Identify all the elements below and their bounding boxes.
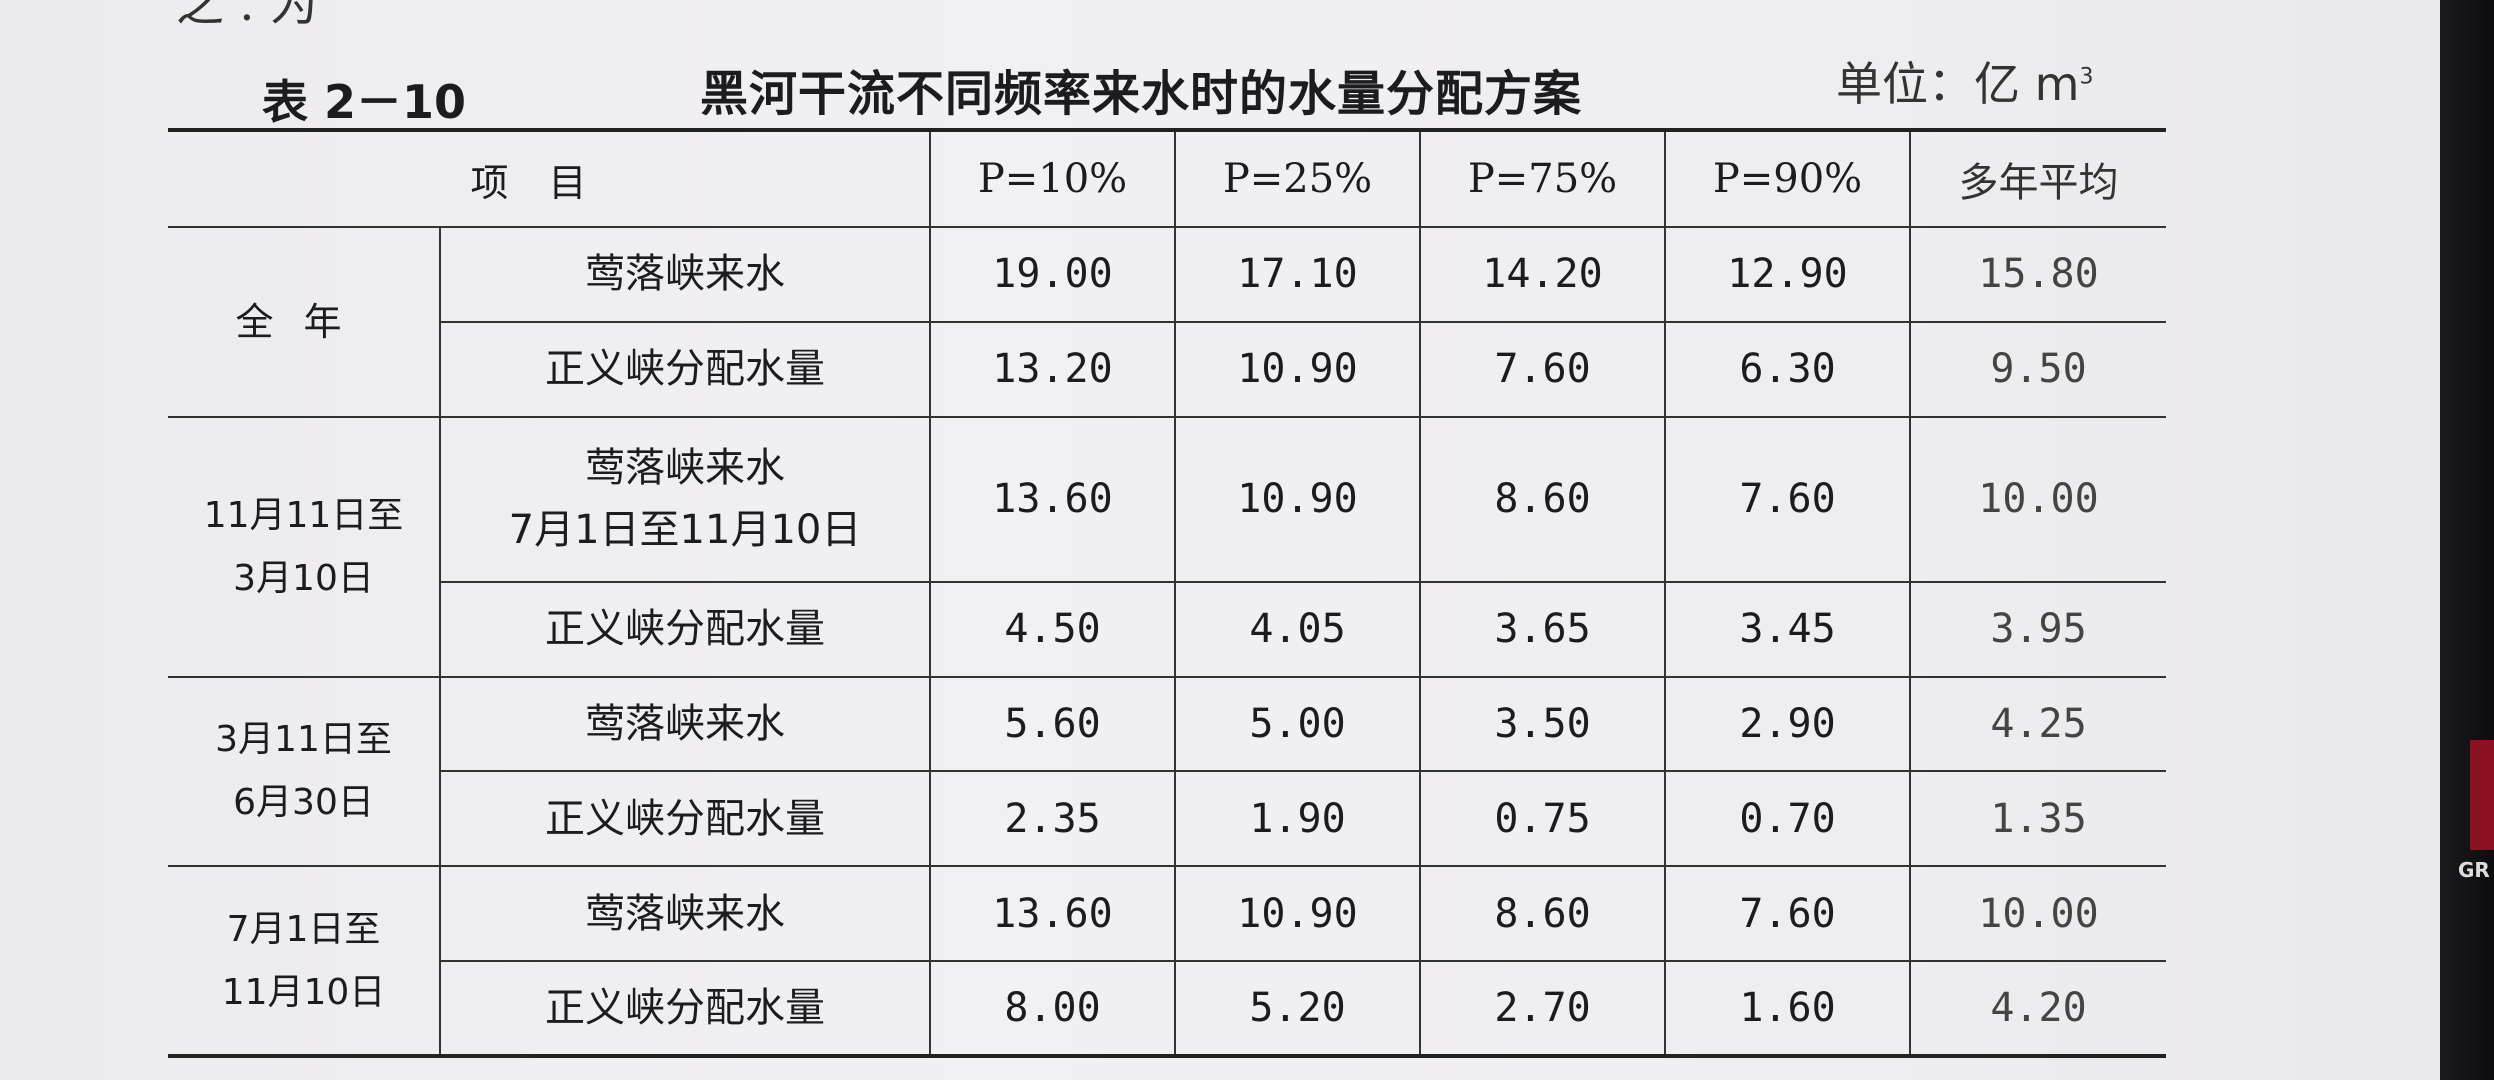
value-cell: 4.05 (1174, 580, 1422, 678)
value-cell: 1.60 (1664, 960, 1912, 1057)
value-cell: 8.60 (1419, 415, 1667, 583)
value-cell: 1.90 (1174, 770, 1422, 868)
table-row: 正义峡分配水量 2.35 1.90 0.75 0.70 1.35 (168, 770, 2167, 868)
item-line: 正义峡分配水量 (545, 346, 825, 393)
table-unit: 单位：亿 m3 (1836, 48, 2093, 114)
value-cell: 9.50 (1909, 320, 2167, 418)
header-p75: P=75% (1419, 129, 1667, 228)
value-cell: 10.90 (1174, 320, 1422, 418)
value-cell: 4.50 (929, 580, 1177, 678)
period-line: 全年 (235, 299, 372, 344)
table-row: 全年 莺落峡来水 19.00 17.10 14.20 12.90 15.80 (168, 226, 2167, 418)
period-line: 6月30日 (233, 782, 374, 824)
value-cell: 10.90 (1174, 865, 1422, 963)
value-cell: 0.75 (1419, 770, 1667, 868)
table-row: 正义峡分配水量 4.50 4.05 3.65 3.45 3.95 (168, 580, 2167, 678)
value-cell: 1.35 (1909, 770, 2167, 868)
header-average: 多年平均 (1909, 129, 2167, 228)
period-line: 11月11日至 (203, 494, 404, 536)
value-cell: 0.70 (1664, 770, 1912, 868)
period-line: 11月10日 (221, 971, 386, 1013)
header-row: 项目 P=10% P=25% P=75% P=90% 多年平均 (168, 129, 2167, 228)
unit-superscript: 3 (2079, 64, 2094, 90)
item-cell: 正义峡分配水量 (440, 770, 932, 868)
value-cell: 2.35 (929, 770, 1177, 868)
value-cell: 14.20 (1419, 226, 1667, 323)
page-top-fragment-text: 之 . 为 (176, 0, 318, 32)
table-row: 3月11日至 6月30日 莺落峡来水 5.60 5.00 3.50 2.90 4.… (168, 675, 2167, 868)
item-cell: 莺落峡来水 (438, 675, 932, 773)
value-cell: 12.90 (1664, 226, 1912, 323)
book-cover-edge (2440, 0, 2494, 1080)
value-cell: 4.20 (1909, 960, 2167, 1057)
item-line: 莺落峡来水 (585, 890, 785, 937)
item-line: 正义峡分配水量 (545, 985, 825, 1032)
period-line: 7月1日至 (226, 908, 381, 950)
item-cell: 莺落峡来水 7月1日至11月10日 (438, 415, 932, 583)
value-cell: 2.90 (1664, 675, 1912, 773)
value-cell: 3.65 (1419, 580, 1667, 678)
item-line: 7月1日至11月10日 (508, 507, 862, 554)
value-cell: 7.60 (1419, 320, 1667, 418)
value-cell: 10.00 (1909, 865, 2167, 963)
table-row: 正义峡分配水量 13.20 10.90 7.60 6.30 9.50 (168, 320, 2167, 418)
header-p10: P=10% (929, 129, 1177, 228)
cover-edge-text: GR (2458, 858, 2490, 882)
table-row: 7月1日至 11月10日 莺落峡来水 13.60 10.90 8.60 7.60 … (168, 865, 2167, 1057)
value-cell: 17.10 (1174, 226, 1422, 323)
period-line: 3月10日 (233, 557, 374, 599)
value-cell: 3.95 (1909, 580, 2167, 678)
item-line: 正义峡分配水量 (545, 606, 825, 653)
value-cell: 5.60 (929, 675, 1177, 773)
header-p25: P=25% (1174, 129, 1422, 228)
value-cell: 19.00 (929, 226, 1177, 323)
table-row: 11月11日至 3月10日 莺落峡来水 7月1日至11月10日 13.60 10.9… (168, 415, 2167, 678)
value-cell: 13.60 (929, 415, 1177, 583)
item-line: 莺落峡来水 (585, 700, 785, 747)
value-cell: 3.45 (1664, 580, 1912, 678)
item-cell: 正义峡分配水量 (440, 960, 932, 1057)
value-cell: 15.80 (1909, 226, 2167, 323)
value-cell: 10.90 (1174, 415, 1422, 583)
value-cell: 6.30 (1664, 320, 1912, 418)
unit-label: 单位：亿 m (1836, 57, 2080, 111)
value-cell: 2.70 (1419, 960, 1667, 1057)
water-allocation-table: 项目 P=10% P=25% P=75% P=90% 多年平均 全年 莺落峡来水… (168, 128, 2167, 1058)
table-number: 表 2－10 (262, 75, 467, 129)
period-cell: 全年 (168, 226, 441, 418)
table-title: 黑河干流不同频率来水时的水量分配方案 (700, 66, 1583, 122)
value-cell: 8.00 (929, 960, 1177, 1057)
item-line: 莺落峡来水 (585, 445, 785, 492)
value-cell: 4.25 (1909, 675, 2167, 773)
value-cell: 5.20 (1174, 960, 1422, 1057)
item-cell: 莺落峡来水 (438, 226, 932, 323)
value-cell: 13.60 (929, 865, 1177, 963)
period-cell: 3月11日至 6月30日 (168, 675, 441, 868)
value-cell: 3.50 (1419, 675, 1667, 773)
period-cell: 11月11日至 3月10日 (168, 415, 441, 678)
value-cell: 7.60 (1664, 865, 1912, 963)
period-line: 3月11日至 (215, 719, 392, 761)
value-cell: 13.20 (929, 320, 1177, 418)
value-cell: 10.00 (1909, 415, 2167, 583)
item-cell: 正义峡分配水量 (440, 320, 932, 418)
cover-accent-stripe (2470, 740, 2494, 850)
item-cell: 莺落峡来水 (438, 865, 932, 963)
value-cell: 5.00 (1174, 675, 1422, 773)
table-row: 正义峡分配水量 8.00 5.20 2.70 1.60 4.20 (168, 960, 2167, 1057)
period-cell: 7月1日至 11月10日 (168, 865, 441, 1057)
header-item: 项目 (168, 129, 932, 228)
value-cell: 7.60 (1664, 415, 1912, 583)
value-cell: 8.60 (1419, 865, 1667, 963)
item-line: 莺落峡来水 (585, 251, 785, 298)
item-line: 正义峡分配水量 (545, 795, 825, 842)
header-p90: P=90% (1664, 129, 1912, 228)
item-cell: 正义峡分配水量 (440, 580, 932, 678)
